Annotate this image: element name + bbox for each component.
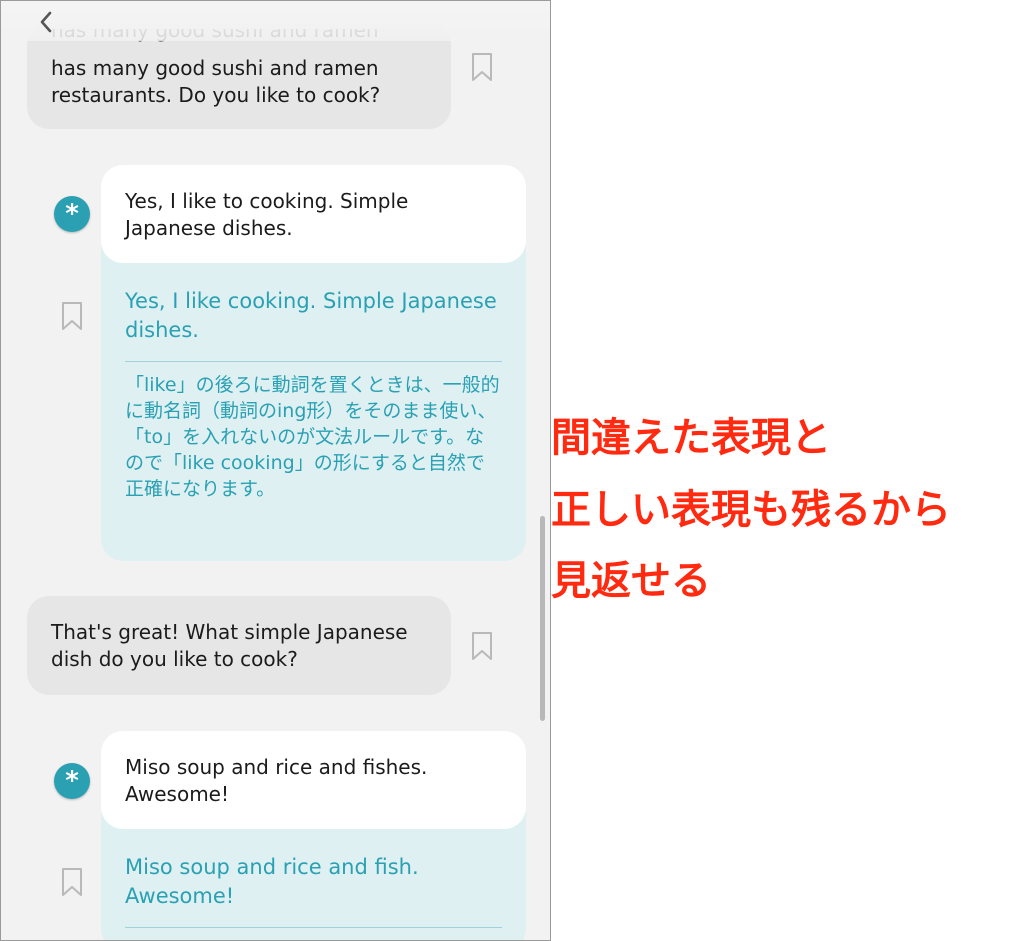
avatar-glyph: * bbox=[65, 766, 79, 796]
top-nav-bar bbox=[1, 1, 550, 41]
user-avatar-icon: * bbox=[54, 763, 90, 799]
chevron-left-icon bbox=[40, 11, 52, 33]
bookmark-icon[interactable] bbox=[61, 867, 83, 897]
correction-explanation: 「like」の後ろに動詞を置くときは、一般的に動名詞（動詞のing形）をそのまま… bbox=[125, 374, 500, 500]
user-message-bubble: Miso soup and rice and fishes. Awesome! bbox=[101, 731, 526, 829]
scrollbar-thumb[interactable] bbox=[540, 516, 545, 721]
annotation-line-3: 見返せる bbox=[551, 558, 711, 604]
user-message-bubble: Yes, I like to cooking. Simple Japanese … bbox=[101, 165, 526, 263]
ai-message-text: That's great! What simple Japanese dish … bbox=[51, 620, 408, 671]
bookmark-icon[interactable] bbox=[61, 301, 83, 331]
ai-message-text: has many good sushi and ramen restaurant… bbox=[51, 56, 381, 107]
annotation-line-2: 正しい表現も残るから bbox=[551, 487, 951, 533]
bookmark-icon[interactable] bbox=[471, 631, 493, 661]
correction-divider bbox=[125, 927, 502, 928]
back-button[interactable] bbox=[31, 7, 61, 37]
avatar-glyph: * bbox=[65, 199, 79, 229]
chat-screen: has many good sushi and ramen has many g… bbox=[0, 0, 551, 941]
user-avatar-icon: * bbox=[54, 196, 90, 232]
correction-divider bbox=[125, 361, 502, 362]
correction-panel: Miso soup and rice and fish. Awesome! bbox=[101, 811, 526, 940]
correction-panel: Yes, I like cooking. Simple Japanese dis… bbox=[101, 245, 526, 561]
user-message-original: Miso soup and rice and fishes. Awesome! bbox=[125, 755, 428, 806]
annotation-line-1: 間違えた表現と bbox=[551, 415, 831, 461]
bookmark-icon[interactable] bbox=[471, 52, 493, 82]
corrected-text: Miso soup and rice and fish. Awesome! bbox=[125, 855, 419, 908]
user-message-original: Yes, I like to cooking. Simple Japanese … bbox=[125, 189, 409, 240]
ai-message-bubble: That's great! What simple Japanese dish … bbox=[27, 596, 451, 695]
corrected-text: Yes, I like cooking. Simple Japanese dis… bbox=[125, 289, 497, 342]
